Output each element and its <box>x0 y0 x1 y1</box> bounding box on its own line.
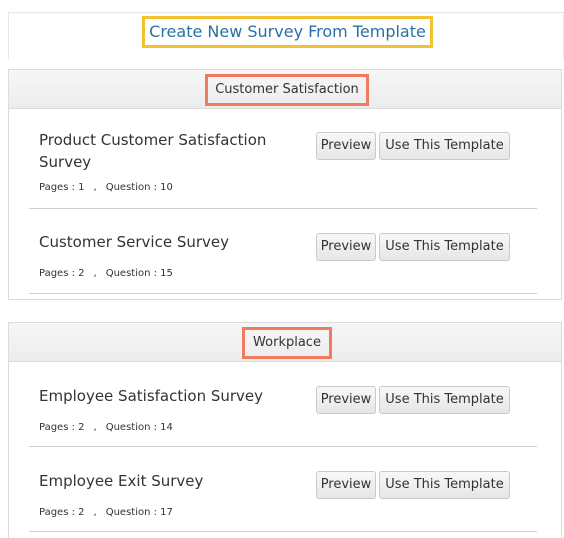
survey-name: Employee Satisfaction Survey <box>39 387 264 405</box>
meta-separator: , <box>93 507 97 518</box>
question-count: Question : 15 <box>105 268 173 279</box>
category-label: Customer Satisfaction <box>205 74 369 106</box>
pages-count: Pages : 1 <box>39 182 85 193</box>
meta-separator: , <box>93 268 97 279</box>
survey-name: Product Customer Satisfaction Survey <box>39 131 267 171</box>
question-count: Question : 14 <box>105 422 173 433</box>
survey-template-item: Customer Service Survey Pages : 2, Questi… <box>29 209 537 294</box>
use-template-button[interactable]: Use This Template <box>379 233 510 261</box>
survey-template-item: Employee Satisfaction Survey Pages : 2, Q… <box>29 361 537 447</box>
pages-count: Pages : 2 <box>39 507 85 518</box>
survey-template-item: Product Customer Satisfaction Survey Pag… <box>29 122 537 209</box>
category-header: Customer Satisfaction <box>9 70 561 109</box>
category-panel-customer-satisfaction: Customer Satisfaction Product Customer S… <box>8 69 562 300</box>
pages-count: Pages : 2 <box>39 268 85 279</box>
use-template-button[interactable]: Use This Template <box>379 471 510 499</box>
meta-separator: , <box>93 422 97 433</box>
survey-meta: Pages : 2, Question : 14 <box>39 422 173 433</box>
preview-button[interactable]: Preview <box>316 132 376 160</box>
category-panel-workplace: Workplace Employee Satisfaction Survey P… <box>8 322 562 538</box>
question-count: Question : 17 <box>105 507 173 518</box>
question-count: Question : 10 <box>105 182 173 193</box>
category-header: Workplace <box>9 323 561 362</box>
preview-button[interactable]: Preview <box>316 233 376 261</box>
use-template-button[interactable]: Use This Template <box>379 386 510 414</box>
preview-button[interactable]: Preview <box>316 471 376 499</box>
survey-meta: Pages : 1, Question : 10 <box>39 182 173 193</box>
use-template-button[interactable]: Use This Template <box>379 132 510 160</box>
survey-name: Customer Service Survey <box>39 233 230 251</box>
survey-meta: Pages : 2, Question : 17 <box>39 507 173 518</box>
survey-name: Employee Exit Survey <box>39 472 204 490</box>
create-from-template-title[interactable]: Create New Survey From Template <box>142 16 433 48</box>
pages-count: Pages : 2 <box>39 422 85 433</box>
meta-separator: , <box>93 182 97 193</box>
survey-template-item: Employee Exit Survey Pages : 2, Question … <box>29 447 537 532</box>
survey-meta: Pages : 2, Question : 15 <box>39 268 173 279</box>
preview-button[interactable]: Preview <box>316 386 376 414</box>
category-label: Workplace <box>242 327 332 359</box>
